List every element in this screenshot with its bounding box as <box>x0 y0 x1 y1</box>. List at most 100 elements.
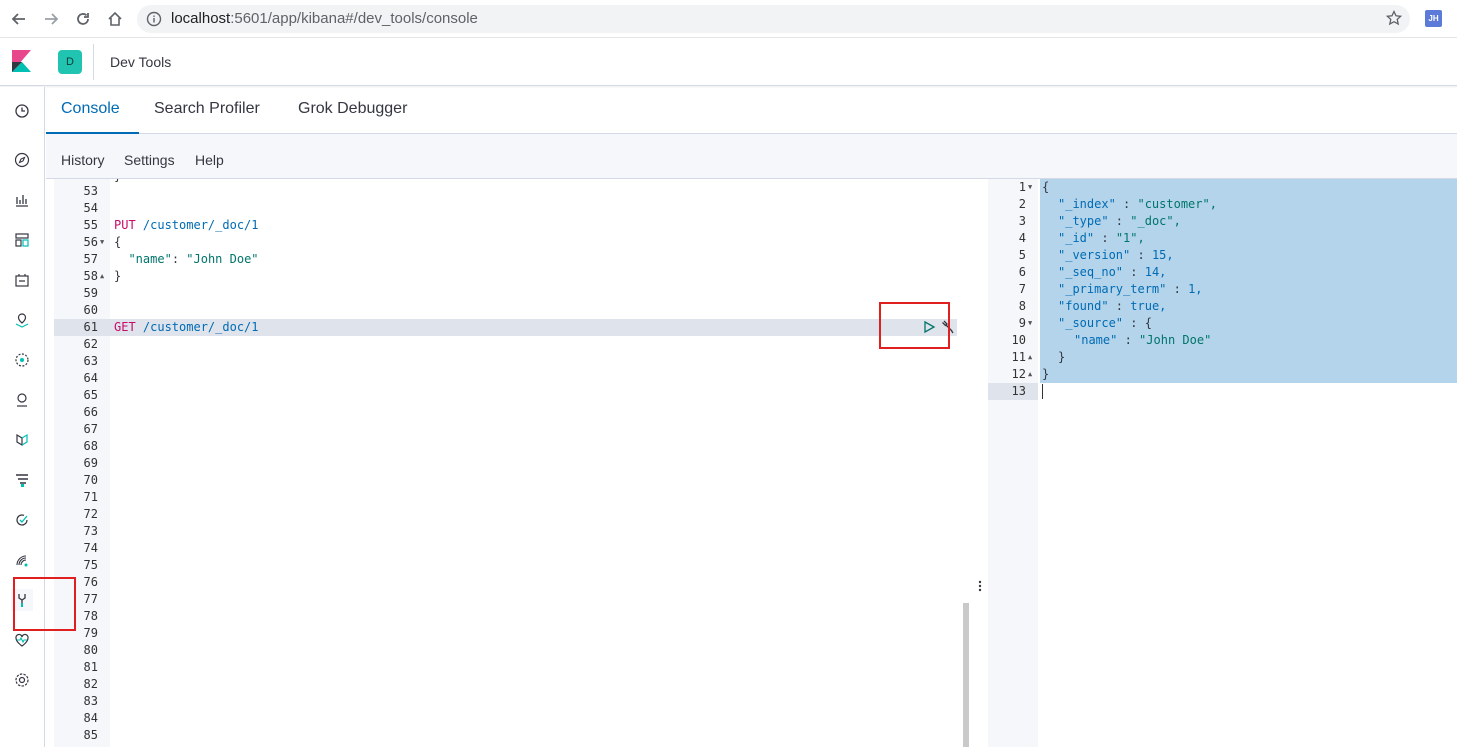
space-avatar[interactable]: D <box>58 50 82 74</box>
fold-close-icon[interactable]: ▲ <box>100 272 104 280</box>
request-line-number: 82 <box>83 677 98 691</box>
body-name-key: "name" <box>128 252 172 266</box>
request-line-number: 75 <box>83 558 98 572</box>
put-request-line: PUT /customer/_doc/1 <box>114 217 259 234</box>
request-line-number: 65 <box>83 388 98 402</box>
get-path: /customer/_doc/1 <box>135 320 259 334</box>
infrastructure-icon[interactable] <box>11 389 33 411</box>
apm-icon[interactable] <box>11 469 33 491</box>
request-line-number: 53 <box>83 184 98 198</box>
response-line-number: 13 <box>1011 384 1026 398</box>
header-divider <box>93 44 94 80</box>
resizer-handle-icon[interactable] <box>978 579 982 598</box>
response-key: "_seq_no" <box>1058 265 1124 279</box>
response-line-number: 2 <box>1018 197 1026 211</box>
maps-icon[interactable] <box>11 309 33 331</box>
request-line-number: 70 <box>83 473 98 487</box>
response-line: { <box>1042 179 1049 196</box>
body-name-line: "name": "John Doe" <box>114 251 258 268</box>
response-separator: : <box>1130 248 1152 262</box>
siem-icon[interactable] <box>11 549 33 571</box>
request-line-number: 72 <box>83 507 98 521</box>
profile-avatar[interactable]: JH <box>1425 10 1442 27</box>
help-menu-item[interactable]: Help <box>195 152 224 168</box>
fold-close-icon[interactable]: ▲ <box>1028 370 1032 378</box>
url-host: localhost <box>171 10 231 27</box>
response-line-number: 10 <box>1011 333 1026 347</box>
canvas-icon[interactable] <box>11 269 33 291</box>
info-icon[interactable] <box>146 11 162 32</box>
response-key: "_source" <box>1058 316 1124 330</box>
history-menu-item[interactable]: History <box>61 152 105 168</box>
response-line: "_source" : { <box>1058 315 1152 332</box>
highlight-box-devtools <box>13 577 76 631</box>
request-line-number: 63 <box>83 354 98 368</box>
forward-arrow-icon[interactable] <box>39 7 63 31</box>
response-value: "John Doe" <box>1139 333 1212 347</box>
request-line-number: 80 <box>83 643 98 657</box>
request-line-number: 68 <box>83 439 98 453</box>
bookmark-star-icon[interactable] <box>1385 9 1403 31</box>
response-line-number: 12 <box>1011 367 1026 381</box>
reload-icon[interactable] <box>71 7 95 31</box>
discover-compass-icon[interactable] <box>11 149 33 171</box>
request-line-number: 71 <box>83 490 98 504</box>
recently-viewed-clock-icon[interactable] <box>11 100 33 122</box>
response-line-number: 3 <box>1018 214 1026 228</box>
dashboard-icon[interactable] <box>11 229 33 251</box>
open-brace: { <box>114 235 122 249</box>
visualize-chart-icon[interactable] <box>11 189 33 211</box>
request-line-number: 58 <box>83 269 98 283</box>
request-line-number: 60 <box>83 303 98 317</box>
settings-menu-item[interactable]: Settings <box>124 152 175 168</box>
kibana-header: D Dev Tools <box>0 38 1457 86</box>
response-separator: : <box>1115 197 1138 211</box>
response-editor[interactable]: 1 ▼ 2 3 4 5 6 7 8 9 ▼ 10 11 ▲ 12 ▲ 13 {"_index" : "custo… <box>988 179 1457 747</box>
request-line-number: 66 <box>83 405 98 419</box>
response-value: 14, <box>1144 265 1167 279</box>
response-line-number: 4 <box>1018 231 1026 245</box>
response-separator: : <box>1117 333 1140 347</box>
fold-close-icon[interactable]: ▲ <box>1028 353 1032 361</box>
request-editor[interactable]: 53 54 55 56 ▼ 57 58 ▲ 59 60 61 62 63 64 65 66 67 68 69 70 71… <box>54 179 973 747</box>
kibana-logo[interactable] <box>0 38 45 86</box>
request-line-number: 81 <box>83 660 98 674</box>
management-gear-icon[interactable] <box>11 669 33 691</box>
address-bar[interactable]: localhost:5601/app/kibana#/dev_tools/con… <box>137 5 1410 33</box>
response-separator: : <box>1108 299 1131 313</box>
monitoring-heartbeat-icon[interactable] <box>11 629 33 651</box>
request-line-number: 55 <box>83 218 98 232</box>
response-key: "_version" <box>1058 248 1131 262</box>
request-line-number: 64 <box>83 371 98 385</box>
machine-learning-icon[interactable] <box>11 349 33 371</box>
request-scrollbar[interactable] <box>963 603 969 747</box>
url-path: :5601/app/kibana#/dev_tools/console <box>230 10 478 27</box>
dev-tools-tabs: Console Search Profiler Grok Debugger <box>46 87 1457 134</box>
response-line: "_type" : "_doc", <box>1058 213 1181 230</box>
request-line-number: 56 <box>83 235 98 249</box>
console-menu: History Settings Help <box>46 134 1457 179</box>
get-request-line: GET /customer/_doc/1 <box>114 319 259 336</box>
fold-open-icon[interactable]: ▼ <box>1028 183 1032 191</box>
fold-open-icon[interactable]: ▼ <box>1028 319 1032 327</box>
tab-search-profiler[interactable]: Search Profiler <box>154 100 260 118</box>
response-line-number: 1 <box>1018 180 1026 194</box>
request-line-number: 85 <box>83 728 98 742</box>
uptime-icon[interactable] <box>11 509 33 531</box>
logs-icon[interactable] <box>11 429 33 451</box>
text-cursor <box>1042 384 1043 399</box>
response-line-number: 6 <box>1018 265 1026 279</box>
response-key: "_index" <box>1058 197 1116 211</box>
back-arrow-icon[interactable] <box>7 7 31 31</box>
response-line: "_version" : 15, <box>1058 247 1174 264</box>
home-icon[interactable] <box>103 7 127 31</box>
request-line-number: 54 <box>83 201 98 215</box>
request-line-number: 83 <box>83 694 98 708</box>
response-line-number: 9 <box>1018 316 1026 330</box>
response-line: "_index" : "customer", <box>1058 196 1217 213</box>
fold-open-icon[interactable]: ▼ <box>100 238 104 246</box>
side-nav <box>0 87 45 747</box>
tab-console[interactable]: Console <box>61 100 120 118</box>
tab-grok-debugger[interactable]: Grok Debugger <box>298 100 407 118</box>
editor-resizer[interactable] <box>973 179 988 747</box>
